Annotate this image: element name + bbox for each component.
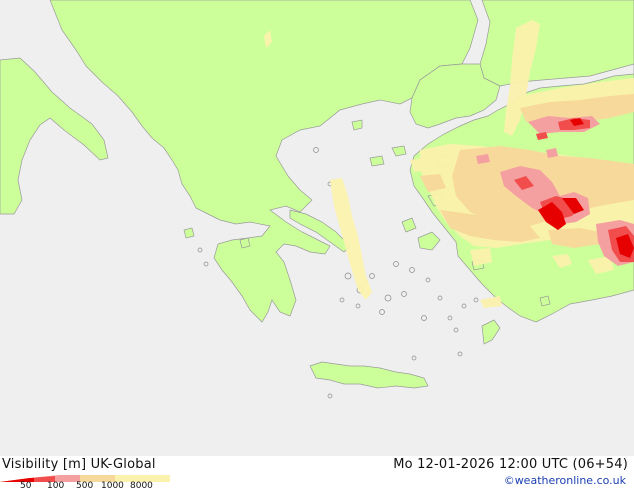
model-label: UK-Global [90,457,156,472]
credit-link[interactable]: ©weatheronline.co.uk [504,474,626,487]
map-footer: Visibility [m] UK-Global Mo 12-01-2026 1… [0,456,634,491]
map-canvas [0,0,634,456]
visibility-map [0,0,634,456]
variable-label: Visibility [m] [2,457,87,472]
map-datetime: Mo 12-01-2026 12:00 UTC (06+54) [393,457,628,472]
map-title: Visibility [m] UK-Global [2,457,156,472]
